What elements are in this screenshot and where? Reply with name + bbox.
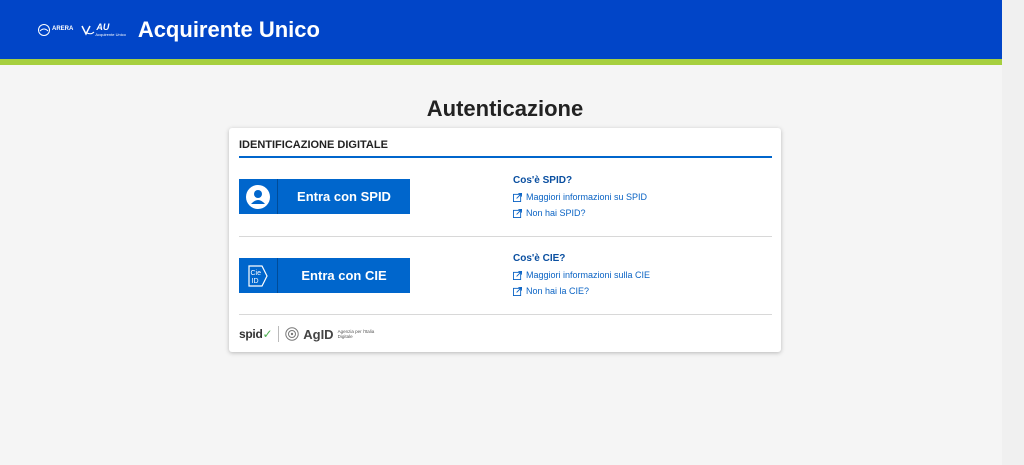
external-link-icon [513, 270, 522, 280]
arera-logo[interactable]: ARERA [38, 23, 74, 36]
row-separator [239, 314, 772, 315]
au-wave-icon [81, 25, 95, 36]
footer-divider [278, 326, 280, 342]
page-title: Autenticazione [426, 96, 584, 121]
agid-logo: AgID [303, 326, 334, 342]
arera-emblem-icon [38, 23, 50, 36]
spid-logo: spid✓ [239, 327, 273, 341]
card-heading-underline [239, 156, 772, 158]
agid-sub-label: Agenzia per l'Italia Digitale [337, 329, 375, 339]
external-link-icon [513, 208, 522, 218]
check-icon: ✓ [262, 327, 273, 341]
au-logo[interactable]: AU Acquirente Unico [81, 21, 126, 37]
cie-no-cie-text: Non hai la CIE? [526, 286, 590, 296]
header-logos: ARERA AU Acquirente Unico Acquirente Uni… [38, 17, 320, 43]
cie-button-label: Entra con CIE [301, 268, 387, 283]
card-heading: IDENTIFICAZIONE DIGITALE [239, 139, 388, 151]
spid-more-info-link[interactable]: Maggiori informazioni su SPID [513, 189, 647, 205]
agid-emblem-icon [285, 327, 299, 341]
spid-info-title: Cos'è SPID? [513, 175, 573, 186]
footer-logos: spid✓ AgID Agenzia per l'Italia Digitale [239, 324, 378, 344]
external-link-icon [513, 192, 522, 202]
cie-id-icon: Cie ID [239, 264, 277, 288]
cie-info-title: Cos'è CIE? [513, 253, 566, 264]
cie-more-info-text: Maggiori informazioni sulla CIE [526, 270, 651, 280]
spid-no-spid-link[interactable]: Non hai SPID? [513, 205, 647, 221]
user-circle-icon [239, 184, 277, 209]
spid-login-button[interactable]: Entra con SPID [239, 179, 410, 214]
spid-logo-text: spid [239, 327, 263, 341]
spid-info: Cos'è SPID? Maggiori informazioni su SPI… [513, 175, 647, 221]
svg-text:Cie: Cie [251, 270, 262, 277]
row-separator [239, 236, 772, 237]
arera-label: ARERA [52, 26, 74, 32]
brand-title[interactable]: Acquirente Unico [138, 17, 320, 43]
site-header: ARERA AU Acquirente Unico Acquirente Uni… [0, 0, 1002, 59]
auth-card: IDENTIFICAZIONE DIGITALE Entra con SPID … [229, 128, 781, 352]
spid-more-info-text: Maggiori informazioni su SPID [526, 192, 648, 202]
svg-text:ID: ID [252, 278, 259, 285]
cie-info: Cos'è CIE? Maggiori informazioni sulla C… [513, 253, 650, 299]
spid-no-spid-text: Non hai SPID? [526, 208, 586, 218]
cie-more-info-link[interactable]: Maggiori informazioni sulla CIE [513, 267, 650, 283]
scrollbar-gutter [1002, 0, 1024, 465]
spid-button-label: Entra con SPID [297, 189, 391, 204]
au-label: AU [96, 21, 110, 32]
au-sub-label: Acquirente Unico [95, 31, 126, 37]
cie-no-cie-link[interactable]: Non hai la CIE? [513, 283, 650, 299]
external-link-icon [513, 286, 522, 296]
cie-login-button[interactable]: Cie ID Entra con CIE [239, 258, 410, 293]
header-accent-bar [0, 59, 1002, 65]
